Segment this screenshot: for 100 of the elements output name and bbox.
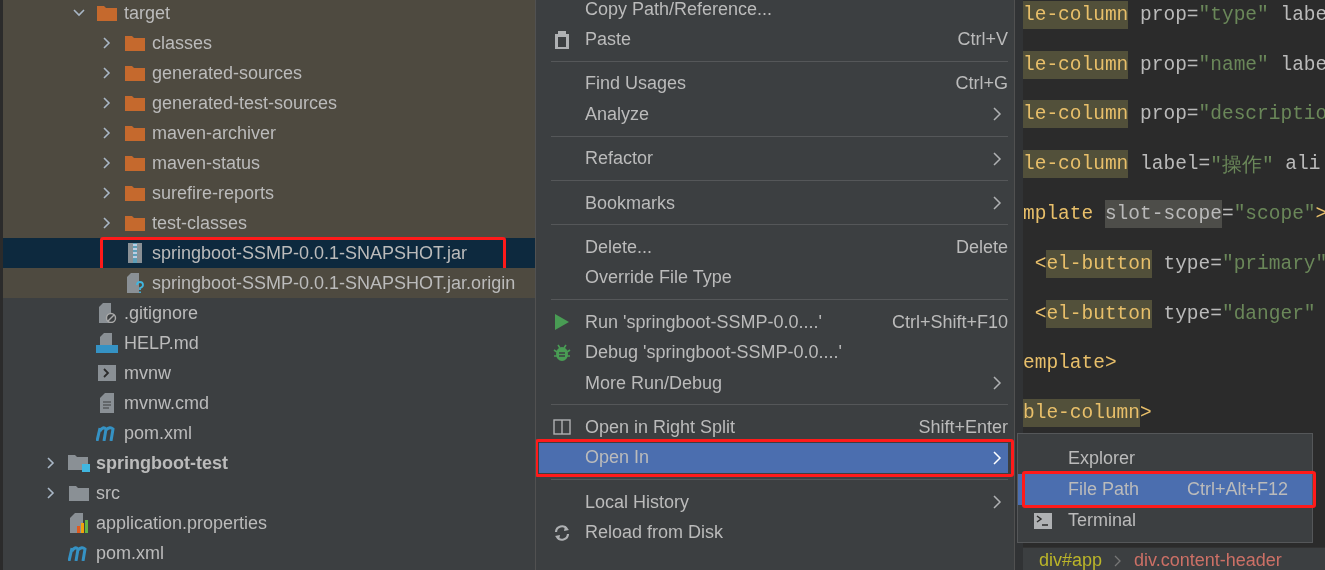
code-token: ble-column bbox=[1023, 399, 1141, 428]
code-token: emplate> bbox=[1023, 351, 1117, 377]
code-token: "type" bbox=[1198, 2, 1269, 28]
file-name: HELP.md bbox=[124, 332, 199, 354]
terminal-icon bbox=[1034, 512, 1052, 529]
tree-row[interactable]: src bbox=[3, 478, 535, 508]
module-folder-icon bbox=[68, 454, 90, 472]
tree-row[interactable]: maven-archiver bbox=[3, 118, 535, 148]
file-name: .gitignore bbox=[124, 302, 199, 324]
menu-item[interactable]: Reload from Disk bbox=[539, 517, 1008, 548]
maven-icon bbox=[68, 545, 90, 561]
tree-row[interactable]: pom.xml bbox=[3, 538, 535, 568]
file-name: mvnw bbox=[124, 362, 171, 384]
tree-row[interactable]: generated-test-sources bbox=[3, 88, 535, 118]
folder-icon bbox=[125, 95, 145, 111]
file-name: target bbox=[124, 2, 171, 24]
ignore-file-icon bbox=[97, 303, 117, 323]
tree-row[interactable]: HELP.md bbox=[3, 328, 535, 358]
file-name: springboot-test bbox=[96, 452, 228, 474]
folder-icon bbox=[97, 5, 117, 21]
code-token: < bbox=[1033, 251, 1047, 277]
code-token: mplate bbox=[1023, 202, 1095, 228]
code-token: "primary" bbox=[1221, 251, 1325, 277]
code-token: type= bbox=[1162, 251, 1222, 277]
file-name: pom.xml bbox=[96, 542, 164, 564]
chevron-right-icon bbox=[1114, 555, 1123, 567]
breadcrumb[interactable]: div.content-header bbox=[1134, 548, 1282, 570]
file-name: pom.xml bbox=[124, 422, 192, 444]
code-token: < bbox=[1033, 301, 1047, 327]
file-name: classes bbox=[152, 32, 213, 54]
folder-icon bbox=[125, 215, 145, 231]
tree-row[interactable]: mvnw.cmd bbox=[3, 388, 535, 418]
menu-item[interactable]: Delete... Delete bbox=[539, 232, 1008, 263]
file-name: test-classes bbox=[152, 212, 248, 234]
menu-item[interactable]: Bookmarks bbox=[539, 187, 1008, 219]
tree-row[interactable]: test-classes bbox=[3, 208, 535, 238]
archive-icon bbox=[127, 243, 143, 263]
menu-item[interactable]: Find Usages Ctrl+G bbox=[539, 68, 1008, 100]
menu-item[interactable]: Refactor bbox=[539, 143, 1008, 174]
code-token: prop= bbox=[1139, 52, 1199, 78]
play-icon bbox=[554, 313, 570, 332]
text-file-icon bbox=[99, 393, 115, 413]
tree-row[interactable]: springboot-SSMP-0.0.1-SNAPSHOT.jar bbox=[3, 238, 535, 268]
menu-item[interactable]: Analyze bbox=[539, 99, 1008, 130]
menu-item[interactable]: Run 'springboot-SSMP-0.0....' Ctrl+Shift+F10 bbox=[539, 307, 1008, 338]
code-token: le-column bbox=[1023, 0, 1129, 29]
file-name: generated-sources bbox=[152, 62, 303, 84]
file-name: springboot-SSMP-0.0.1-SNAPSHOT.jar.origin bbox=[152, 272, 516, 294]
file-name: maven-archiver bbox=[152, 122, 277, 144]
code-token: "操作" bbox=[1210, 153, 1274, 179]
menu-item[interactable]: Paste Ctrl+V bbox=[539, 24, 1008, 55]
folder-icon bbox=[69, 485, 89, 501]
tree-row[interactable]: pom.xml bbox=[3, 418, 535, 448]
tree-row[interactable]: springboot-test bbox=[3, 448, 535, 478]
code-token: le-column bbox=[1023, 50, 1129, 79]
menu-item[interactable]: Copy Path/Reference... bbox=[539, 0, 1008, 25]
properties-file-icon bbox=[69, 513, 89, 533]
menu-item[interactable]: More Run/Debug bbox=[539, 367, 1008, 399]
tree-row[interactable]: mvnw bbox=[3, 358, 535, 388]
chevron-right-icon bbox=[992, 450, 1002, 465]
code-token: label= bbox=[1139, 152, 1211, 178]
menu-item[interactable]: Open in Right Split Shift+Enter bbox=[539, 412, 1008, 443]
bug-icon bbox=[553, 343, 571, 362]
chevron-right-icon bbox=[992, 495, 1002, 510]
folder-icon bbox=[125, 155, 145, 171]
folder-icon bbox=[125, 125, 145, 141]
menu-item[interactable]: Debug 'springboot-SSMP-0.0....' bbox=[539, 337, 1008, 368]
menu-item[interactable]: Explorer bbox=[1018, 443, 1312, 474]
shell-script-icon bbox=[98, 365, 116, 381]
chevron-right-icon bbox=[992, 196, 1002, 211]
code-token: type= bbox=[1162, 301, 1222, 327]
code-token: ali bbox=[1284, 152, 1321, 178]
code-token: le-column bbox=[1023, 150, 1129, 179]
code-token: "name" bbox=[1198, 52, 1269, 78]
chevron-right-icon bbox=[992, 107, 1002, 122]
file-name: generated-test-sources bbox=[152, 92, 338, 114]
tree-row[interactable]: application.properties bbox=[3, 508, 535, 538]
tree-row[interactable]: springboot-SSMP-0.0.1-SNAPSHOT.jar.origin bbox=[3, 268, 535, 298]
folder-icon bbox=[125, 65, 145, 81]
folder-icon bbox=[125, 35, 145, 51]
unknown-file-icon bbox=[125, 273, 145, 293]
code-token: slot-scope bbox=[1104, 200, 1222, 229]
code-token: el-button bbox=[1046, 299, 1152, 328]
maven-icon bbox=[96, 425, 118, 441]
tree-row[interactable]: generated-sources bbox=[3, 58, 535, 88]
markdown-file-icon bbox=[96, 333, 118, 353]
tree-row[interactable]: classes bbox=[3, 28, 535, 58]
reload-icon bbox=[553, 523, 571, 542]
chevron-right-icon bbox=[992, 151, 1002, 166]
tree-row[interactable]: .gitignore bbox=[3, 298, 535, 328]
tree-row[interactable]: maven-status bbox=[3, 148, 535, 178]
menu-item[interactable]: Local History bbox=[539, 487, 1008, 518]
tree-row[interactable]: surefire-reports bbox=[3, 178, 535, 208]
breadcrumb[interactable]: div#app bbox=[1039, 548, 1103, 570]
code-token: "scope" bbox=[1233, 202, 1316, 228]
menu-item[interactable]: Terminal bbox=[1018, 505, 1312, 536]
chevron-right-icon bbox=[992, 376, 1002, 391]
tree-row[interactable]: target bbox=[3, 0, 535, 28]
menu-item[interactable]: Override File Type bbox=[539, 262, 1008, 294]
code-token: prop= bbox=[1139, 102, 1199, 128]
